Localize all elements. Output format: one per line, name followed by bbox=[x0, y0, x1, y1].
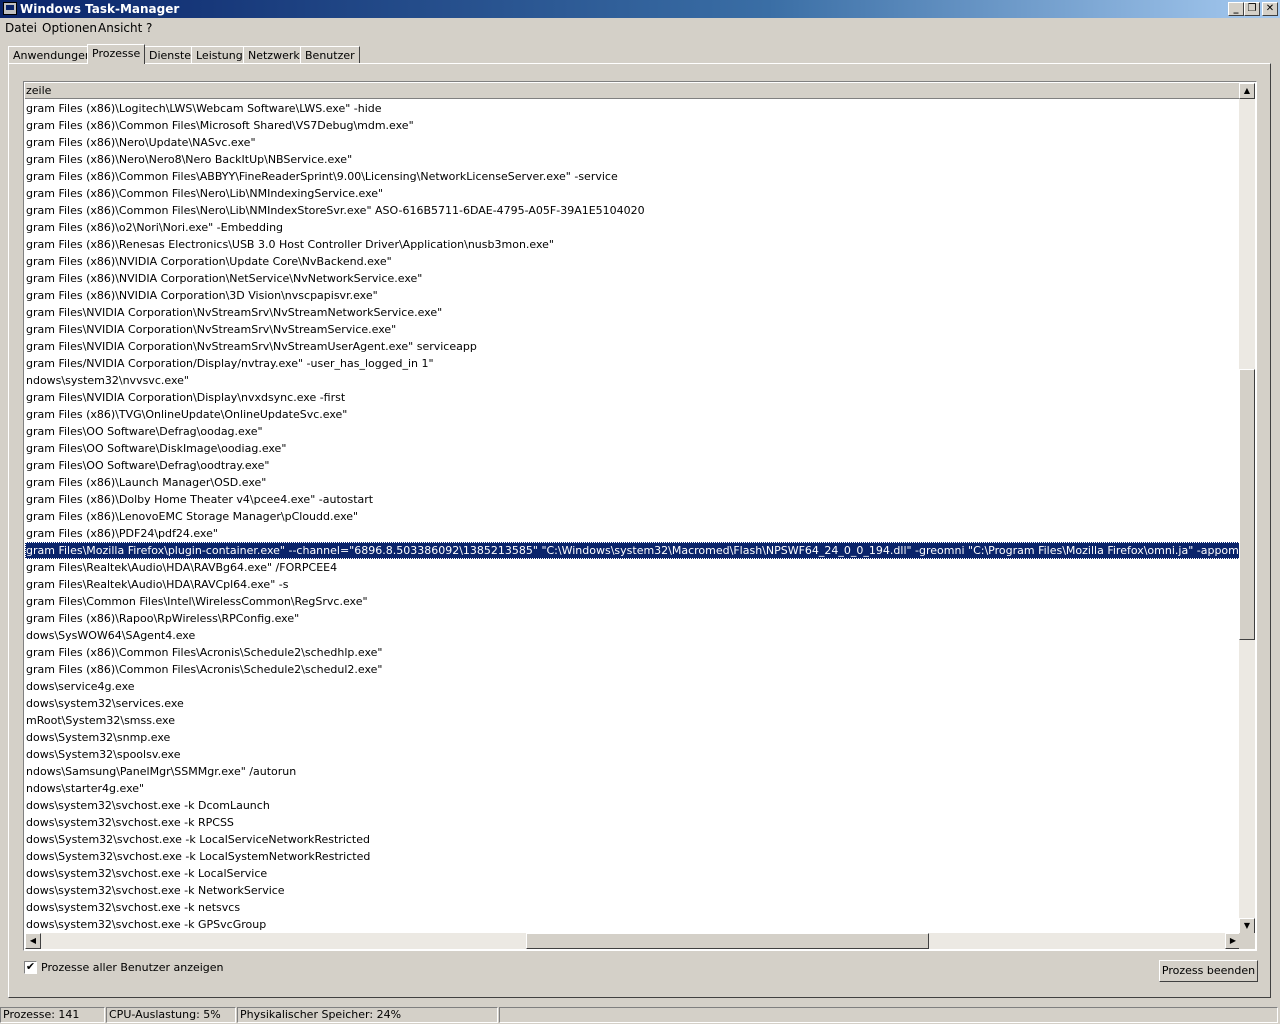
process-row[interactable]: mRoot\System32\smss.exe bbox=[25, 712, 1241, 729]
process-row[interactable]: gram Files\NVIDIA Corporation\NvStreamSr… bbox=[25, 321, 1241, 338]
tab-dienste[interactable]: Dienste bbox=[144, 46, 197, 63]
horizontal-scroll-thumb[interactable] bbox=[526, 933, 929, 949]
tab-netzwerk[interactable]: Netzwerk bbox=[243, 46, 305, 63]
process-row[interactable]: gram Files (x86)\Logitech\LWS\Webcam Sof… bbox=[25, 100, 1241, 117]
close-button[interactable]: ✕ bbox=[1262, 2, 1278, 16]
menu-ansicht[interactable]: Ansicht bbox=[98, 21, 142, 35]
process-row[interactable]: dows\System32\svchost.exe -k LocalServic… bbox=[25, 831, 1241, 848]
show-all-users-label[interactable]: Prozesse aller Benutzer anzeigen bbox=[41, 961, 224, 974]
menu-datei[interactable]: Datei bbox=[5, 21, 37, 35]
end-process-button[interactable]: Prozess beenden bbox=[1159, 960, 1258, 982]
process-row[interactable]: gram Files (x86)\Dolby Home Theater v4\p… bbox=[25, 491, 1241, 508]
show-all-users-checkbox[interactable]: ✔ bbox=[24, 961, 37, 974]
process-row[interactable]: dows\SysWOW64\SAgent4.exe bbox=[25, 627, 1241, 644]
status-process-count: Prozesse: 141 bbox=[0, 1007, 105, 1023]
process-row[interactable]: dows\system32\svchost.exe -k netsvcs bbox=[25, 899, 1241, 916]
restore-icon: ❐ bbox=[1247, 3, 1257, 14]
process-row[interactable]: gram Files\OO Software\Defrag\oodtray.ex… bbox=[25, 457, 1241, 474]
scroll-up-button[interactable]: ▲ bbox=[1239, 83, 1255, 99]
tab-prozesse[interactable]: Prozesse bbox=[87, 44, 146, 64]
tab-benutzer[interactable]: Benutzer bbox=[300, 46, 360, 63]
process-row[interactable]: gram Files (x86)\o2\Nori\Nori.exe" -Embe… bbox=[25, 219, 1241, 236]
process-row[interactable]: gram Files (x86)\Nero\Update\NASvc.exe" bbox=[25, 134, 1241, 151]
taskmanager-icon[interactable] bbox=[3, 2, 17, 15]
scroll-down-button[interactable]: ▼ bbox=[1239, 918, 1255, 934]
process-row[interactable]: gram Files (x86)\Common Files\Acronis\Sc… bbox=[25, 644, 1241, 661]
process-row[interactable]: gram Files (x86)\Common Files\Nero\Lib\N… bbox=[25, 185, 1241, 202]
minimize-button[interactable]: _ bbox=[1228, 2, 1244, 16]
process-row[interactable]: gram Files (x86)\NVIDIA Corporation\3D V… bbox=[25, 287, 1241, 304]
process-row[interactable]: gram Files\OO Software\DiskImage\oodiag.… bbox=[25, 440, 1241, 457]
process-row[interactable]: gram Files\NVIDIA Corporation\NvStreamSr… bbox=[25, 304, 1241, 321]
status-empty-panel bbox=[499, 1007, 1278, 1023]
process-list[interactable]: zeile gram Files (x86)\Logitech\LWS\Webc… bbox=[23, 81, 1257, 951]
process-row[interactable]: gram Files (x86)\PDF24\pdf24.exe" bbox=[25, 525, 1241, 542]
arrow-up-icon: ▲ bbox=[1243, 86, 1251, 95]
process-row[interactable]: dows\system32\services.exe bbox=[25, 695, 1241, 712]
menu-optionen[interactable]: Optionen bbox=[42, 21, 97, 35]
process-row[interactable]: gram Files\Realtek\Audio\HDA\RAVCpl64.ex… bbox=[25, 576, 1241, 593]
window-title: Windows Task-Manager bbox=[20, 2, 180, 16]
column-header-command-line[interactable]: zeile bbox=[25, 83, 1241, 99]
process-row[interactable]: gram Files (x86)\Renesas Electronics\USB… bbox=[25, 236, 1241, 253]
status-bar: Prozesse: 141 CPU-Auslastung: 5% Physika… bbox=[0, 1006, 1280, 1024]
menu-help[interactable]: ? bbox=[146, 21, 152, 35]
process-row[interactable]: dows\system32\svchost.exe -k LocalServic… bbox=[25, 865, 1241, 882]
process-row[interactable]: dows\system32\svchost.exe -k NetworkServ… bbox=[25, 882, 1241, 899]
process-row[interactable]: gram Files (x86)\NVIDIA Corporation\NetS… bbox=[25, 270, 1241, 287]
menu-bar: Datei Optionen Ansicht ? bbox=[0, 19, 1280, 38]
process-row[interactable]: ndows\starter4g.exe" bbox=[25, 780, 1241, 797]
process-row[interactable]: gram Files\Realtek\Audio\HDA\RAVBg64.exe… bbox=[25, 559, 1241, 576]
process-row[interactable]: dows\System32\svchost.exe -k LocalSystem… bbox=[25, 848, 1241, 865]
process-row[interactable]: dows\System32\snmp.exe bbox=[25, 729, 1241, 746]
process-row-selected[interactable]: gram Files\Mozilla Firefox\plugin-contai… bbox=[25, 542, 1241, 559]
process-row[interactable]: dows\system32\svchost.exe -k RPCSS bbox=[25, 814, 1241, 831]
process-row[interactable]: gram Files\NVIDIA Corporation\NvStreamSr… bbox=[25, 338, 1241, 355]
tab-anwendungen[interactable]: Anwendungen bbox=[8, 46, 97, 63]
process-row[interactable]: gram Files\NVIDIA Corporation\Display\nv… bbox=[25, 389, 1241, 406]
process-row[interactable]: gram Files/NVIDIA Corporation/Display/nv… bbox=[25, 355, 1241, 372]
process-row[interactable]: gram Files (x86)\Common Files\Nero\Lib\N… bbox=[25, 202, 1241, 219]
process-row[interactable]: gram Files (x86)\Common Files\Acronis\Sc… bbox=[25, 661, 1241, 678]
vertical-scrollbar[interactable]: ▲ ▼ bbox=[1239, 83, 1255, 934]
horizontal-scrollbar[interactable]: ◀ ▶ bbox=[25, 933, 1241, 949]
process-row[interactable]: dows\system32\svchost.exe -k DcomLaunch bbox=[25, 797, 1241, 814]
close-icon: ✕ bbox=[1265, 3, 1275, 14]
arrow-down-icon: ▼ bbox=[1243, 921, 1251, 930]
arrow-left-icon: ◀ bbox=[29, 936, 37, 945]
process-row[interactable]: gram Files (x86)\Nero\Nero8\Nero BackItU… bbox=[25, 151, 1241, 168]
process-row[interactable]: dows\system32\svchost.exe -k GPSvcGroup bbox=[25, 916, 1241, 933]
process-row[interactable]: ndows\system32\nvvsvc.exe" bbox=[25, 372, 1241, 389]
process-row[interactable]: gram Files (x86)\Launch Manager\OSD.exe" bbox=[25, 474, 1241, 491]
scroll-corner bbox=[1239, 933, 1255, 949]
title-bar[interactable]: Windows Task-Manager _ ❐ ✕ bbox=[0, 0, 1280, 18]
process-row[interactable]: gram Files (x86)\LenovoEMC Storage Manag… bbox=[25, 508, 1241, 525]
tab-leistung[interactable]: Leistung bbox=[191, 46, 248, 63]
status-cpu-usage: CPU-Auslastung: 5% bbox=[106, 1007, 236, 1023]
process-row[interactable]: gram Files\OO Software\Defrag\oodag.exe" bbox=[25, 423, 1241, 440]
minimize-icon: _ bbox=[1233, 3, 1239, 14]
process-row[interactable]: gram Files (x86)\NVIDIA Corporation\Upda… bbox=[25, 253, 1241, 270]
arrow-right-icon: ▶ bbox=[1229, 936, 1237, 945]
process-row[interactable]: dows\System32\spoolsv.exe bbox=[25, 746, 1241, 763]
restore-button[interactable]: ❐ bbox=[1244, 2, 1260, 16]
process-row[interactable]: gram Files (x86)\Common Files\Microsoft … bbox=[25, 117, 1241, 134]
process-row[interactable]: gram Files (x86)\Common Files\ABBYY\Fine… bbox=[25, 168, 1241, 185]
tab-strip: Anwendungen Prozesse Dienste Leistung Ne… bbox=[0, 44, 1280, 64]
status-memory-usage: Physikalischer Speicher: 24% bbox=[237, 1007, 498, 1023]
vertical-scroll-thumb[interactable] bbox=[1239, 369, 1255, 640]
process-row[interactable]: dows\service4g.exe bbox=[25, 678, 1241, 695]
process-row[interactable]: gram Files (x86)\TVG\OnlineUpdate\Online… bbox=[25, 406, 1241, 423]
scroll-left-button[interactable]: ◀ bbox=[25, 933, 41, 949]
process-row[interactable]: ndows\Samsung\PanelMgr\SSMMgr.exe" /auto… bbox=[25, 763, 1241, 780]
process-row[interactable]: gram Files\Common Files\Intel\WirelessCo… bbox=[25, 593, 1241, 610]
process-rows: gram Files (x86)\Logitech\LWS\Webcam Sof… bbox=[25, 100, 1241, 934]
process-row[interactable]: gram Files (x86)\Rapoo\RpWireless\RPConf… bbox=[25, 610, 1241, 627]
